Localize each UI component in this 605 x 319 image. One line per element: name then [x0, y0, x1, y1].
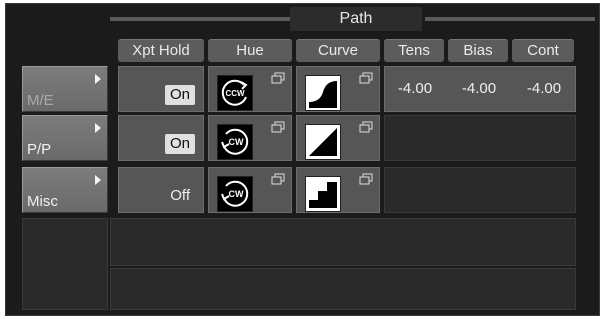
empty-label-area — [22, 218, 108, 310]
cw-icon[interactable]: CW — [217, 176, 253, 212]
empty-row-4 — [110, 218, 576, 266]
curve-cell-me[interactable] — [296, 66, 380, 112]
header-curve: Curve — [296, 39, 380, 62]
row-label: Misc — [27, 193, 58, 210]
hue-cell-misc[interactable]: CW — [208, 167, 292, 213]
cont-value[interactable]: -4.00 — [513, 79, 575, 99]
svg-text:CCW: CCW — [225, 89, 245, 98]
header-cont: Cont — [512, 39, 574, 62]
hue-cell-pp[interactable]: CW — [208, 115, 292, 161]
ease-curve-icon[interactable] — [305, 75, 341, 111]
xpt-hold-toggle[interactable]: On — [164, 85, 195, 105]
copy-icon[interactable] — [359, 120, 373, 138]
svg-text:CW: CW — [229, 137, 244, 147]
row-label: M/E — [27, 92, 54, 109]
bias-value[interactable]: -4.00 — [449, 79, 509, 99]
curve-cell-pp[interactable] — [296, 115, 380, 161]
row-button-me[interactable]: M/E — [22, 66, 108, 112]
empty-row-5 — [110, 268, 576, 310]
panel-title: Path — [290, 7, 422, 31]
step-curve-icon[interactable] — [305, 176, 341, 212]
xpt-hold-cell-me[interactable]: On — [118, 66, 204, 112]
header-xpt-hold: Xpt Hold — [118, 39, 204, 62]
copy-icon[interactable] — [271, 120, 285, 138]
expand-arrow-icon — [95, 74, 101, 84]
params-row-misc — [384, 167, 576, 213]
title-bar-left — [110, 17, 290, 21]
title-bar-right — [425, 17, 595, 21]
xpt-hold-cell-misc[interactable]: Off — [118, 167, 204, 213]
xpt-hold-toggle[interactable]: Off — [165, 186, 195, 206]
cw-icon[interactable]: CW — [217, 124, 253, 160]
copy-icon[interactable] — [359, 71, 373, 89]
expand-arrow-icon — [95, 175, 101, 185]
row-button-pp[interactable]: P/P — [22, 115, 108, 161]
row-label: P/P — [27, 141, 52, 158]
xpt-hold-cell-pp[interactable]: On — [118, 115, 204, 161]
header-tens: Tens — [384, 39, 444, 62]
row-button-misc[interactable]: Misc — [22, 167, 108, 213]
tens-value[interactable]: -4.00 — [385, 79, 445, 99]
linear-curve-icon[interactable] — [305, 124, 341, 160]
xpt-hold-toggle[interactable]: On — [164, 134, 195, 154]
copy-icon[interactable] — [271, 172, 285, 190]
copy-icon[interactable] — [359, 172, 373, 190]
svg-text:CW: CW — [229, 189, 244, 199]
header-bias: Bias — [448, 39, 508, 62]
params-row-pp — [384, 115, 576, 161]
curve-cell-misc[interactable] — [296, 167, 380, 213]
hue-cell-me[interactable]: CCW — [208, 66, 292, 112]
expand-arrow-icon — [95, 123, 101, 133]
ccw-icon[interactable]: CCW — [217, 75, 253, 111]
header-hue: Hue — [208, 39, 292, 62]
copy-icon[interactable] — [271, 71, 285, 89]
params-row-me: -4.00 -4.00 -4.00 — [384, 66, 576, 112]
